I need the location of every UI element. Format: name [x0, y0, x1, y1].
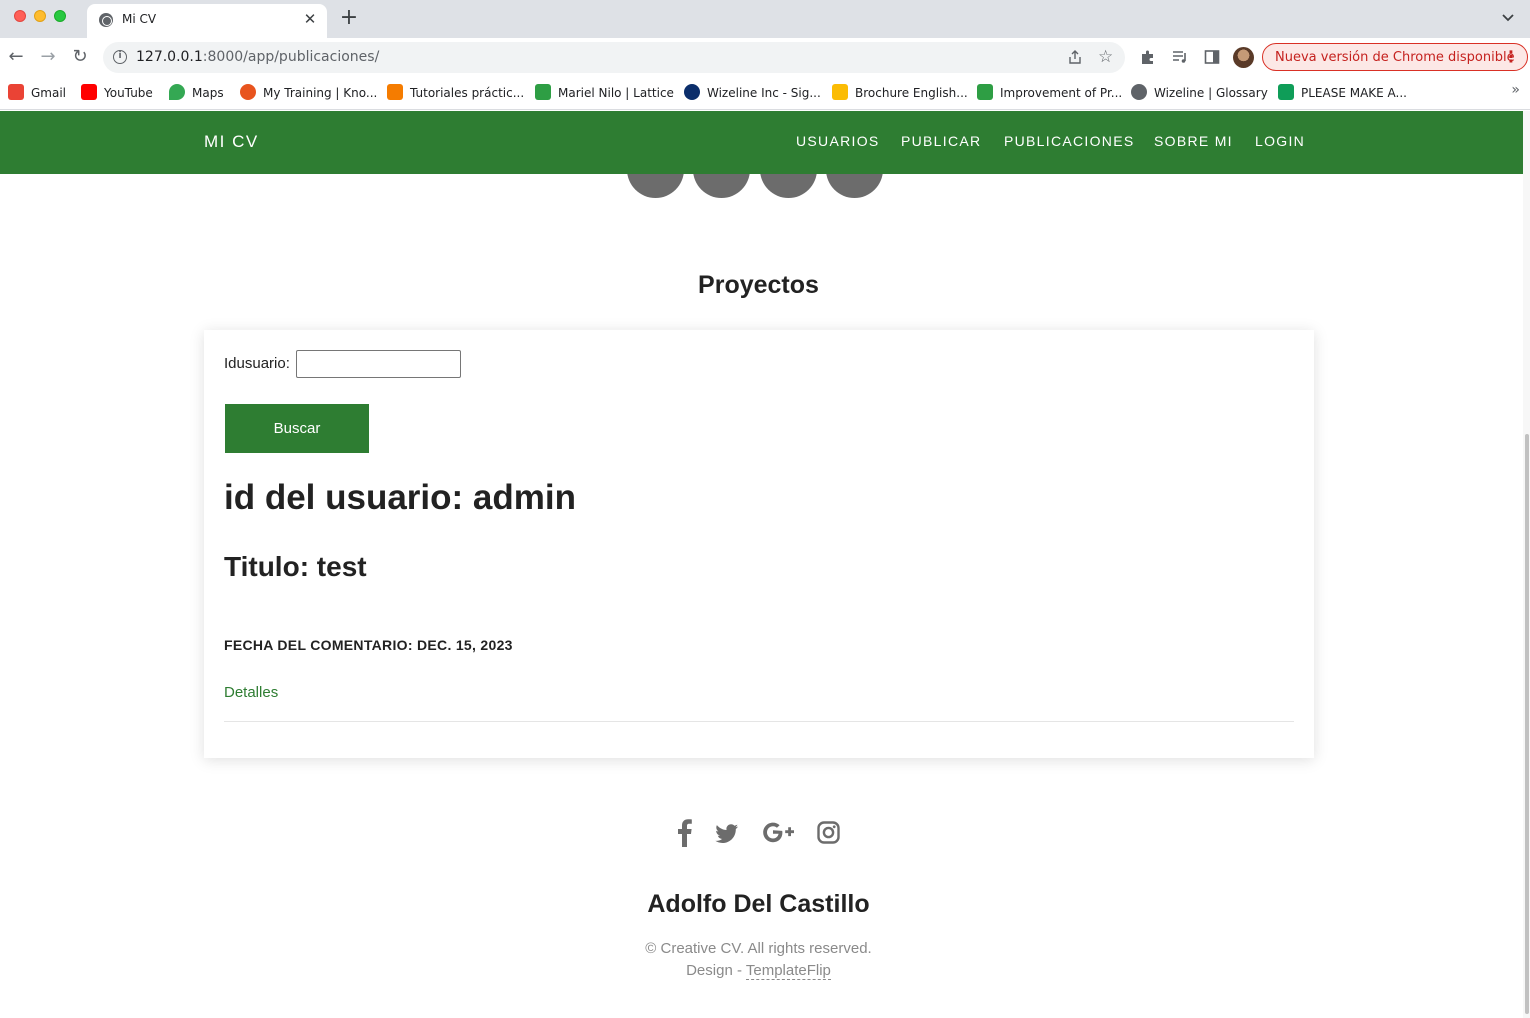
site-navbar: MI CV USUARIOS PUBLICAR PUBLICACIONES SO… — [0, 111, 1523, 174]
bookmark-item[interactable]: My Training | Kno... — [240, 84, 377, 102]
bookmark-item[interactable]: Wizeline Inc - Sig... — [684, 84, 821, 102]
site-info-icon[interactable]: i — [113, 50, 127, 64]
post-title-heading: Titulo: test — [224, 551, 367, 582]
nav-usuarios[interactable]: USUARIOS — [796, 133, 880, 149]
profile-avatar[interactable] — [1233, 47, 1254, 68]
close-window-button[interactable] — [14, 10, 26, 22]
bookmark-item[interactable]: Wizeline | Glossary — [1131, 84, 1268, 102]
bookmark-item[interactable]: Gmail — [8, 84, 66, 102]
bookmark-item[interactable]: Improvement of Pr... — [977, 84, 1122, 102]
bookmark-item[interactable]: Maps — [169, 84, 224, 102]
address-bar[interactable]: i 127.0.0.1:8000/app/publicaciones/ ☆ — [103, 42, 1125, 73]
bookmarks-bar: Gmail YouTube Maps My Training | Kno... … — [0, 76, 1530, 110]
chrome-update-button[interactable]: Nueva versión de Chrome disponible ⋮ — [1262, 43, 1528, 71]
details-link[interactable]: Detalles — [224, 684, 278, 701]
back-button[interactable]: ← — [5, 46, 27, 68]
cube-icon — [387, 84, 403, 100]
google-drive-icon — [832, 84, 848, 100]
extensions-icon[interactable] — [1140, 49, 1156, 65]
reload-button[interactable]: ↻ — [69, 46, 91, 68]
publications-card: Idusuario: Buscar id del usuario: admin … — [204, 330, 1314, 758]
section-title: Proyectos — [698, 271, 819, 299]
footer-design-credit: Design - TemplateFlip — [686, 962, 831, 980]
more-bookmarks-icon[interactable]: » — [1511, 82, 1520, 98]
buscar-button[interactable]: Buscar — [225, 404, 369, 453]
lattice-icon — [977, 84, 993, 100]
templateflip-link[interactable]: TemplateFlip — [745, 962, 831, 980]
idusuario-input[interactable] — [296, 350, 461, 378]
nav-publicaciones[interactable]: PUBLICACIONES — [1004, 133, 1135, 149]
bookmark-star-icon[interactable]: ☆ — [1098, 47, 1113, 67]
new-tab-button[interactable]: + — [338, 6, 360, 30]
footer-copyright: © Creative CV. All rights reserved. — [645, 940, 872, 957]
divider — [224, 721, 1294, 722]
share-icon[interactable] — [1068, 50, 1082, 64]
twitter-icon[interactable] — [715, 817, 739, 847]
nav-login[interactable]: LOGIN — [1255, 133, 1305, 149]
browser-tab-strip: Mi CV ✕ + — [0, 0, 1530, 38]
comment-date: FECHA DEL COMENTARIO: DEC. 15, 2023 — [224, 637, 513, 653]
forward-button[interactable]: → — [37, 46, 59, 68]
youtube-icon — [81, 84, 97, 100]
idusuario-label: Idusuario: — [224, 355, 290, 372]
gmail-icon — [8, 84, 24, 100]
google-sheets-icon — [1278, 84, 1294, 100]
globe-icon — [1131, 84, 1147, 100]
maps-icon — [169, 84, 185, 100]
wizeline-icon — [684, 84, 700, 100]
scrollbar-thumb[interactable] — [1525, 434, 1529, 1014]
nav-sobre-mi[interactable]: SOBRE MI — [1154, 133, 1233, 149]
bookmark-item[interactable]: Mariel Nilo | Lattice — [535, 84, 674, 102]
url-text[interactable]: 127.0.0.1:8000/app/publicaciones/ — [136, 49, 379, 65]
facebook-icon[interactable] — [677, 817, 693, 847]
training-icon — [240, 84, 256, 100]
minimize-window-button[interactable] — [34, 10, 46, 22]
more-menu-icon[interactable]: ⋮ — [1503, 47, 1519, 66]
tab-title: Mi CV — [122, 12, 157, 26]
side-panel-icon[interactable] — [1204, 49, 1220, 65]
tab-search-icon[interactable] — [1500, 9, 1516, 25]
user-id-heading: id del usuario: admin — [224, 478, 576, 517]
lattice-icon — [535, 84, 551, 100]
bookmark-item[interactable]: YouTube — [81, 84, 153, 102]
nav-publicar[interactable]: PUBLICAR — [901, 133, 981, 149]
bookmark-item[interactable]: PLEASE MAKE A... — [1278, 84, 1407, 102]
google-plus-icon[interactable] — [762, 817, 795, 847]
browser-tab[interactable]: Mi CV ✕ — [87, 4, 327, 38]
instagram-icon[interactable] — [817, 817, 840, 847]
site-brand[interactable]: MI CV — [204, 132, 259, 152]
bookmark-item[interactable]: Brochure English... — [832, 84, 968, 102]
page-viewport: MI CV USUARIOS PUBLICAR PUBLICACIONES SO… — [0, 111, 1523, 1018]
footer-author-name: Adolfo Del Castillo — [647, 890, 870, 918]
maximize-window-button[interactable] — [54, 10, 66, 22]
browser-toolbar: ← → ↻ i 127.0.0.1:8000/app/publicaciones… — [0, 38, 1530, 76]
bookmark-item[interactable]: Tutoriales práctic... — [387, 84, 524, 102]
close-tab-icon[interactable]: ✕ — [301, 10, 319, 28]
reading-list-icon[interactable] — [1172, 49, 1188, 65]
globe-icon — [99, 13, 113, 27]
